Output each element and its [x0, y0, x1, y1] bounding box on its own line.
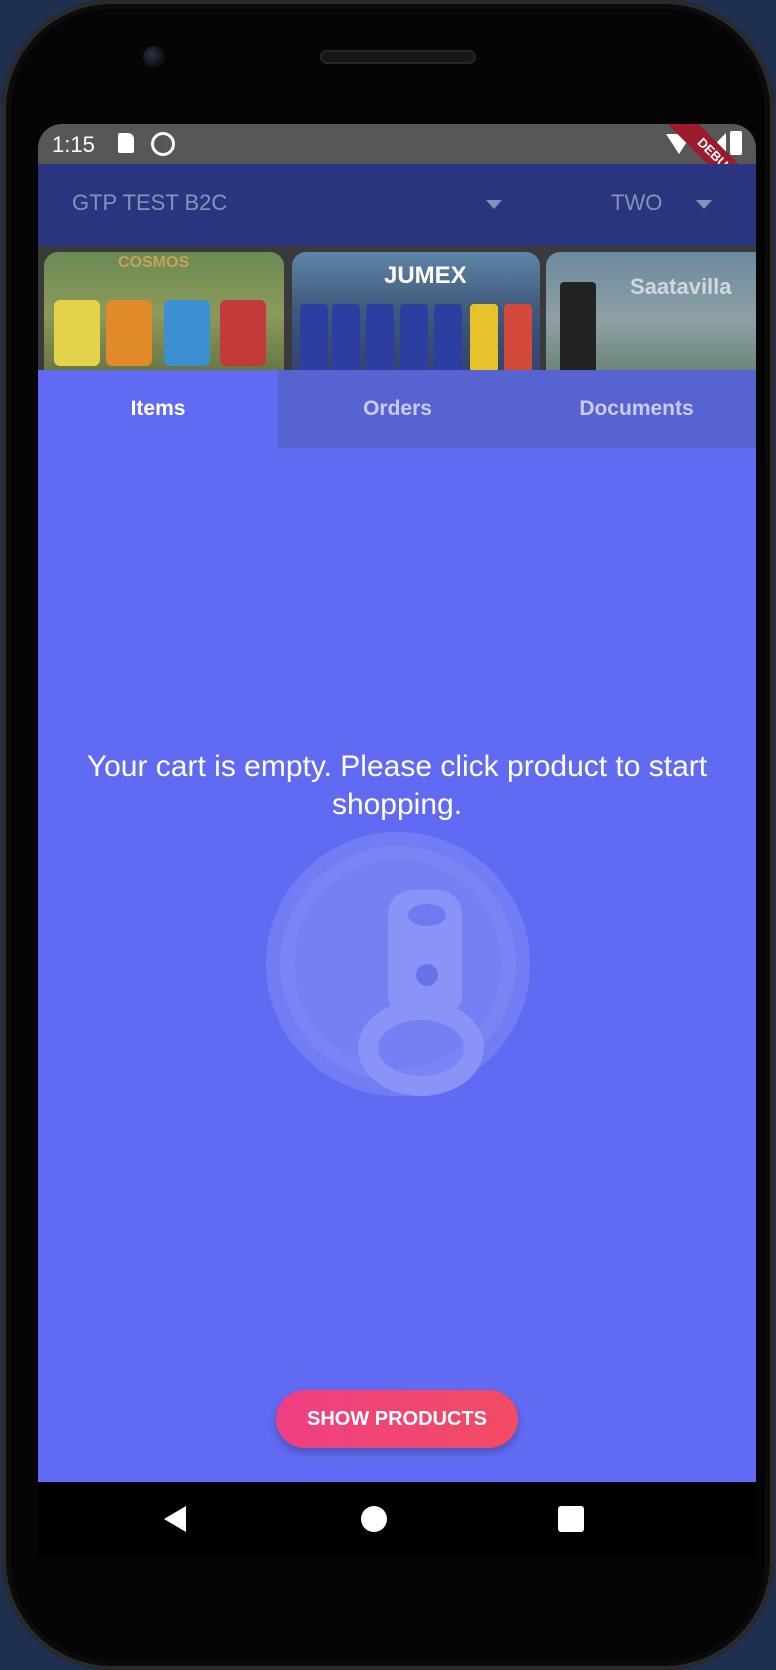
juice-can — [300, 304, 328, 372]
chip-bag — [220, 300, 266, 366]
can-lid-icon — [266, 832, 530, 1096]
tab-orders[interactable]: Orders — [278, 370, 517, 448]
app-bar: GTP TEST B2C TWO — [38, 164, 756, 246]
home-icon[interactable] — [361, 1506, 387, 1532]
front-camera — [143, 46, 165, 68]
juice-can — [400, 304, 428, 372]
chip-bag — [106, 300, 152, 366]
sync-icon — [151, 132, 175, 156]
status-bar: 1:15 DEBUG — [38, 124, 756, 222]
recents-icon[interactable] — [558, 1506, 584, 1532]
promo-title: JUMEX — [384, 262, 467, 289]
promo-title: COSMOS — [118, 254, 190, 271]
chip-bag — [164, 300, 210, 366]
battery-icon — [730, 131, 742, 155]
chevron-down-icon[interactable] — [696, 200, 712, 209]
juice-can — [504, 304, 532, 372]
phone-frame: 1:15 DEBUG GTP TEST B2C TWO COSMOS JUMEX… — [2, 0, 774, 1670]
tab-rivet — [416, 964, 438, 986]
promo-title: Saatavilla — [630, 274, 732, 299]
tab-slot — [408, 904, 446, 926]
show-products-button[interactable]: SHOW PRODUCTS — [276, 1390, 518, 1448]
chip-bag — [54, 300, 100, 366]
earpiece-speaker — [320, 50, 476, 64]
system-nav-bar — [38, 1482, 756, 1558]
empty-cart-message: Your cart is empty. Please click product… — [86, 750, 708, 821]
branch-selector[interactable]: TWO — [611, 190, 662, 216]
juice-can — [332, 304, 360, 372]
tab-documents[interactable]: Documents — [517, 370, 756, 448]
chevron-down-icon[interactable] — [486, 200, 502, 209]
lid-inner — [294, 860, 502, 1096]
pull-ring — [358, 1000, 484, 1096]
tab-bar: Items Orders Documents — [38, 370, 756, 448]
sd-card-icon — [118, 133, 134, 153]
promo-carousel[interactable]: COSMOS JUMEX Saatavilla — [38, 246, 756, 390]
cart-content: Your cart is empty. Please click product… — [38, 448, 756, 1482]
status-time: 1:15 — [52, 132, 95, 157]
company-selector[interactable]: GTP TEST B2C — [72, 190, 227, 216]
screen: 1:15 DEBUG GTP TEST B2C TWO COSMOS JUMEX… — [38, 124, 756, 1558]
juice-can — [434, 304, 462, 372]
juice-can — [470, 304, 498, 372]
back-icon[interactable] — [164, 1506, 186, 1532]
tab-items[interactable]: Items — [38, 370, 278, 448]
juice-can — [366, 304, 394, 372]
